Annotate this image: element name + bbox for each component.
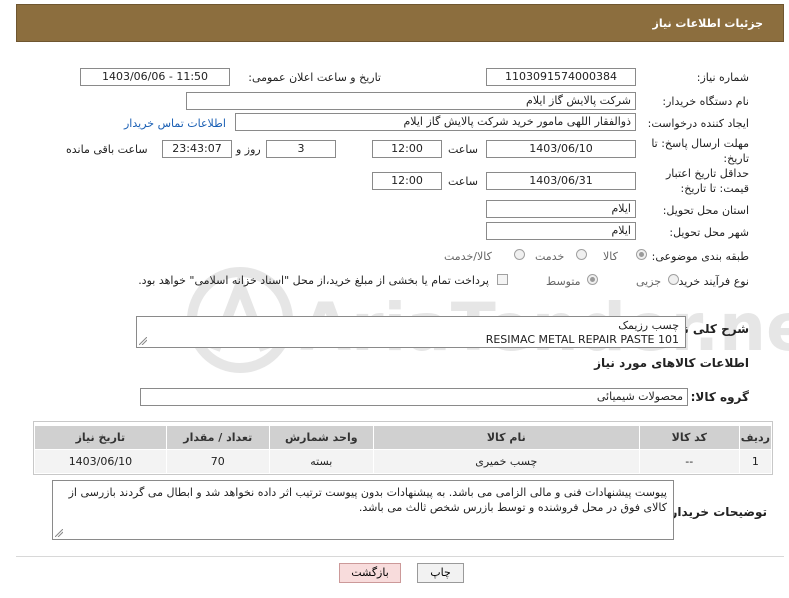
treasury-payment-checkbox[interactable] [497,274,508,285]
col-code: کد کالا [638,425,740,450]
category-both-radio[interactable] [514,249,525,260]
remaining-label: ساعت باقی مانده [66,143,148,156]
col-name: نام کالا [372,425,640,450]
col-row: ردیف [738,425,773,450]
process-medium-label: متوسط [546,275,581,288]
table-row[interactable]: 1 -- چسب خمیری بسته 70 1403/06/10 [34,449,773,474]
contact-buyer-link[interactable]: اطلاعات تماس خریدار [124,117,226,130]
goods-group-field[interactable]: محصولات شیمیائی [140,388,688,406]
province-label: استان محل تحویل: [662,204,749,217]
deadline-date-field[interactable]: 1403/06/10 [486,140,636,158]
price-validity-label: حداقل تاریخ اعتبار قیمت: تا تاریخ: [665,167,749,195]
process-minor-label: جزیی [636,275,662,288]
buyer-label: نام دستگاه خریدار: [662,95,749,108]
remaining-time-field[interactable]: 23:43:07 [162,140,232,158]
category-label: طبقه بندی موضوعی: [651,250,749,263]
city-label: شهر محل تحویل: [669,226,749,239]
price-time-field[interactable]: 12:00 [372,172,442,190]
cell-unit: بسته [268,449,374,474]
description-textarea[interactable]: چسب رزیمک RESIMAC METAL REPAIR PASTE 101 [136,316,686,348]
cell-code: -- [638,449,740,474]
category-goods-radio[interactable] [636,249,647,260]
creator-label: ایجاد کننده درخواست: [647,117,749,130]
announce-field[interactable]: 1403/06/06 - 11:50 [80,68,230,86]
category-goods-label: کالا [603,250,618,263]
col-date: تاریخ نیاز [34,425,167,450]
goods-group-label: گروه کالا: [690,390,749,404]
category-both-label: کالا/خدمت [444,250,492,263]
announce-label: تاریخ و ساعت اعلان عمومی: [248,71,381,84]
page-header: جزئیات اطلاعات نیاز [16,4,784,42]
days-label: روز و [236,143,261,156]
goods-table-header: ردیف کد کالا نام کالا واحد شمارش تعداد /… [34,425,773,450]
process-minor-radio[interactable] [668,274,679,285]
category-service-radio[interactable] [576,249,587,260]
notes-resize-grip-icon[interactable] [55,529,63,537]
cell-name: چسب خمیری [372,449,640,474]
province-field[interactable]: ایلام [486,200,636,218]
need-number-label: شماره نیاز: [696,71,749,84]
price-date-field[interactable]: 1403/06/31 [486,172,636,190]
city-field[interactable]: ایلام [486,222,636,240]
need-number-field[interactable]: 1103091574000384 [486,68,636,86]
deadline-label: مهلت ارسال پاسخ: تا تاریخ: [651,137,749,165]
category-service-label: خدمت [535,250,565,263]
page-title: جزئیات اطلاعات نیاز [652,17,764,30]
treasury-payment-text: پرداخت تمام یا بخشی از مبلغ خرید،از محل … [138,274,489,287]
creator-field[interactable]: ذوالفقار اللهی مامور خرید شرکت پالایش گا… [235,113,636,131]
cell-row: 1 [738,449,773,474]
col-unit: واحد شمارش [268,425,374,450]
footer-divider [16,556,784,557]
print-button[interactable]: چاپ [417,563,464,583]
deadline-time-field[interactable]: 12:00 [372,140,442,158]
description-line-2: RESIMAC METAL REPAIR PASTE 101 [485,333,679,346]
cell-date: 1403/06/10 [34,449,167,474]
description-line-1: چسب رزیمک [618,319,679,332]
process-medium-radio[interactable] [587,274,598,285]
price-time-label: ساعت [448,175,478,188]
resize-grip-icon[interactable] [139,337,147,345]
buyer-field[interactable]: شرکت پالایش گاز ایلام [186,92,636,110]
days-field[interactable]: 3 [266,140,336,158]
goods-table: ردیف کد کالا نام کالا واحد شمارش تعداد /… [34,425,773,474]
back-button[interactable]: بازگشت [339,563,401,583]
buyer-notes-textarea[interactable]: پیوست پیشنهادات فنی و مالی الزامی می باش… [52,480,674,540]
cell-qty: 70 [165,449,270,474]
goods-section-title: اطلاعات کالاهای مورد نیاز [594,356,749,370]
col-qty: تعداد / مقدار [165,425,270,450]
process-label: نوع فرآیند خرید : [671,275,749,288]
deadline-time-label: ساعت [448,143,478,156]
buyer-notes-label: توضیحات خریدار: [665,505,767,519]
